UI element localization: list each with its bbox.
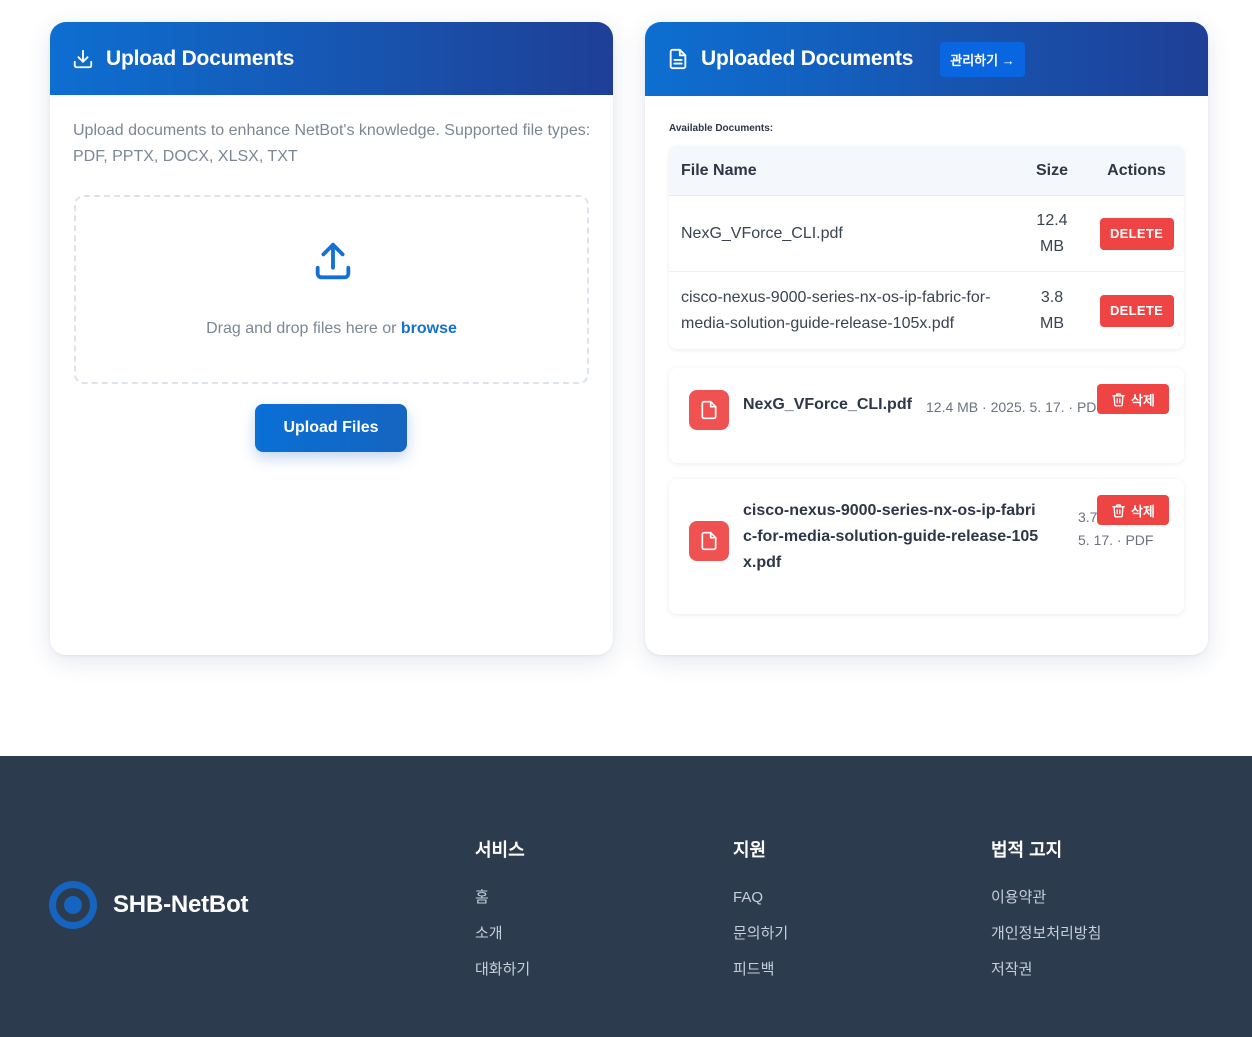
table-row: cisco-nexus-9000-series-nx-os-ip-fabric-… (669, 272, 1184, 349)
document-meta: 12.4 MB · 2025. 5. 17. · PDF (926, 399, 1097, 415)
column-header-actions: Actions (1107, 161, 1166, 179)
delete-button[interactable]: DELETE (1099, 294, 1174, 327)
file-icon (689, 390, 729, 430)
footer-link-home[interactable]: 홈 (475, 888, 530, 908)
site-footer: SHB-NetBot 서비스 홈 소개 대화하기 지원 FAQ 문의하기 피드백… (0, 756, 1252, 1037)
delete-label: 삭제 (1131, 392, 1155, 408)
uploaded-card-title: Uploaded Documents (701, 47, 914, 70)
file-dropzone[interactable]: Drag and drop files here or browse (74, 195, 589, 384)
row-actions: DELETE (1089, 217, 1184, 250)
brand-name: SHB-NetBot (113, 891, 249, 918)
footer-link-copyright[interactable]: 저작권 (991, 960, 1101, 980)
document-name: NexG_VForce_CLI.pdf (743, 396, 912, 413)
footer-link-privacy[interactable]: 개인정보처리방침 (991, 924, 1101, 944)
footer-brand[interactable]: SHB-NetBot (49, 881, 249, 929)
row-file-size: 12.4 MB (1036, 211, 1068, 255)
table-row: NexG_VForce_CLI.pdf 12.4 MB DELETE (669, 196, 1184, 272)
footer-link-terms[interactable]: 이용약관 (991, 888, 1101, 908)
logo-icon (49, 881, 97, 929)
row-file-size: 3.8 MB (1040, 288, 1064, 332)
document-card: NexG_VForce_CLI.pdf 12.4 MB · 2025. 5. 1… (669, 368, 1184, 463)
delete-document-button[interactable]: 삭제 (1097, 495, 1169, 525)
footer-link-about[interactable]: 소개 (475, 924, 530, 944)
footer-column-support: 지원 FAQ 문의하기 피드백 (733, 836, 788, 996)
row-actions: DELETE (1089, 294, 1184, 327)
footer-link-chat[interactable]: 대화하기 (475, 960, 530, 980)
download-tray-icon (72, 48, 94, 70)
trash-icon (1112, 503, 1125, 517)
uploaded-documents-card: Uploaded Documents 관리하기 → Available Docu… (645, 22, 1208, 655)
uploaded-card-header: Uploaded Documents 관리하기 → (645, 22, 1208, 96)
footer-link-faq[interactable]: FAQ (733, 888, 788, 908)
available-documents-label: Available Documents: (669, 123, 774, 134)
browse-link[interactable]: browse (401, 320, 457, 337)
dropzone-text: Drag and drop files here or browse (76, 320, 587, 338)
footer-column-legal: 법적 고지 이용약관 개인정보처리방침 저작권 (991, 836, 1101, 996)
document-name: cisco-nexus-9000-series-nx-os-ip-fabric-… (743, 502, 1039, 571)
column-header-size: Size (1035, 161, 1068, 179)
document-card: cisco-nexus-9000-series-nx-os-ip-fabric-… (669, 479, 1184, 614)
footer-column-services: 서비스 홈 소개 대화하기 (475, 836, 530, 996)
footer-column-title: 법적 고지 (991, 840, 1063, 860)
drop-instruction: Drag and drop files here or (206, 320, 401, 337)
column-header-name: File Name (681, 161, 757, 179)
upload-icon (310, 239, 356, 290)
footer-link-feedback[interactable]: 피드백 (733, 960, 788, 980)
table-header: File Name Size Actions (669, 146, 1184, 196)
trash-icon (1112, 392, 1125, 406)
delete-document-button[interactable]: 삭제 (1097, 384, 1169, 414)
upload-documents-card: Upload Documents Upload documents to enh… (50, 22, 613, 655)
file-icon (689, 521, 729, 561)
document-icon (667, 48, 689, 70)
upload-card-title: Upload Documents (106, 46, 295, 70)
footer-column-title: 지원 (733, 840, 767, 860)
documents-table: File Name Size Actions NexG_VForce_CLI.p… (669, 146, 1184, 349)
row-file-name: NexG_VForce_CLI.pdf (681, 224, 843, 242)
delete-label: 삭제 (1131, 503, 1155, 519)
upload-description: Upload documents to enhance NetBot's kno… (73, 122, 591, 165)
upload-files-button[interactable]: Upload Files (255, 404, 407, 452)
upload-card-header: Upload Documents (50, 22, 613, 95)
row-file-name: cisco-nexus-9000-series-nx-os-ip-fabric-… (681, 288, 991, 332)
footer-link-contact[interactable]: 문의하기 (733, 924, 788, 944)
footer-column-title: 서비스 (475, 840, 525, 860)
delete-button[interactable]: DELETE (1099, 217, 1174, 250)
manage-button[interactable]: 관리하기 → (940, 41, 1025, 77)
